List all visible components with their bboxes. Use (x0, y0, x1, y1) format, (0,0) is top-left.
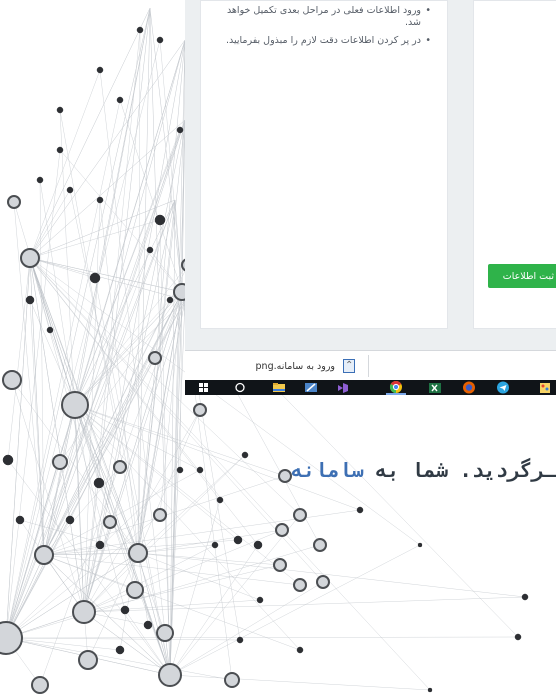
graph-node (296, 646, 304, 654)
graph-node (113, 460, 127, 474)
graph-node (316, 575, 330, 589)
file-explorer-icon[interactable] (271, 380, 287, 395)
info-panel: ورود اطلاعات فعلی در مراحل بعدی تکمیل خو… (200, 0, 448, 329)
register-info-button[interactable]: ثبت اطلاعات (488, 264, 556, 288)
chevron-up-icon[interactable]: ⌃ (345, 360, 353, 371)
graph-node (56, 106, 64, 114)
graph-node (211, 541, 219, 549)
graph-node (224, 672, 240, 688)
graph-node (116, 96, 124, 104)
graph-node (143, 620, 153, 630)
windows-taskbar (185, 380, 556, 395)
graph-node (115, 645, 125, 655)
paint-icon[interactable] (537, 380, 553, 395)
graph-node (56, 146, 64, 154)
graph-node (15, 515, 25, 525)
firefox-icon[interactable] (461, 380, 477, 395)
graph-node (293, 578, 307, 592)
graph-node (25, 295, 35, 305)
graph-node (154, 214, 166, 226)
graph-node (0, 621, 23, 655)
graph-node (233, 535, 243, 545)
graph-node (126, 581, 144, 599)
graph-node (427, 687, 433, 693)
cortana-search-icon[interactable] (233, 380, 247, 395)
telegram-icon[interactable] (495, 380, 511, 395)
graph-node (72, 600, 96, 624)
graph-node (96, 196, 104, 204)
graph-node (275, 523, 289, 537)
download-item[interactable]: ورود به سامانه.png (197, 351, 365, 381)
divider (368, 355, 369, 377)
snipping-tool-icon[interactable] (303, 380, 319, 395)
graph-node (236, 636, 244, 644)
graph-node (156, 36, 164, 44)
graph-node (46, 326, 54, 334)
chrome-taskbar-item[interactable] (386, 380, 406, 395)
graph-node (176, 126, 184, 134)
graph-node (166, 296, 174, 304)
download-shelf: ورود به سامانه.png ⌃ (185, 350, 556, 381)
graph-node (36, 176, 44, 184)
graph-node (153, 508, 167, 522)
graph-node (156, 624, 174, 642)
screenshot-region: ورود اطلاعات فعلی در مراحل بعدی تکمیل خو… (185, 0, 556, 395)
graph-node (514, 633, 522, 641)
excel-icon[interactable] (427, 380, 443, 395)
caption-highlight: سامانه (291, 458, 364, 482)
graph-node (89, 272, 101, 284)
graph-node (158, 663, 182, 687)
graph-node (148, 351, 162, 365)
graph-node (20, 248, 40, 268)
notes-list: ورود اطلاعات فعلی در مراحل بعدی تکمیل خو… (211, 5, 431, 53)
graph-node (2, 370, 22, 390)
windows-start-icon[interactable] (197, 380, 211, 395)
graph-node (34, 545, 54, 565)
graph-node (61, 391, 89, 419)
graph-node (216, 496, 224, 504)
graph-node (52, 454, 68, 470)
download-file-name: ورود به سامانه.png (255, 360, 335, 372)
caption-prefix: ـرگردید. شما به (363, 458, 556, 482)
note-item: ورود اطلاعات فعلی در مراحل بعدی تکمیل خو… (211, 5, 431, 29)
graph-node (78, 650, 98, 670)
graph-node (417, 542, 423, 548)
graph-node (31, 676, 49, 694)
graph-node (253, 540, 263, 550)
graph-node (193, 403, 207, 417)
graph-node (356, 506, 364, 514)
graph-node (103, 515, 117, 529)
graph-node (136, 26, 144, 34)
graph-node (128, 543, 148, 563)
graph-node (7, 195, 21, 209)
note-item: در پر کردن اطلاعات دقت لازم را مبذول بفر… (211, 35, 431, 47)
graph-node (65, 515, 75, 525)
graph-node (146, 246, 154, 254)
graph-node (256, 596, 264, 604)
graph-node (293, 508, 307, 522)
graph-node (521, 593, 529, 601)
graph-node (66, 186, 74, 194)
graph-node (273, 558, 287, 572)
graph-node (96, 66, 104, 74)
visual-studio-icon[interactable] (335, 380, 351, 395)
graph-node (2, 454, 14, 466)
graph-node (313, 538, 327, 552)
active-indicator (386, 393, 406, 395)
graph-node (120, 605, 130, 615)
caption-text: ـرگردید. شما به سامانه (152, 455, 556, 485)
graph-node (95, 540, 105, 550)
graph-node (93, 477, 105, 489)
